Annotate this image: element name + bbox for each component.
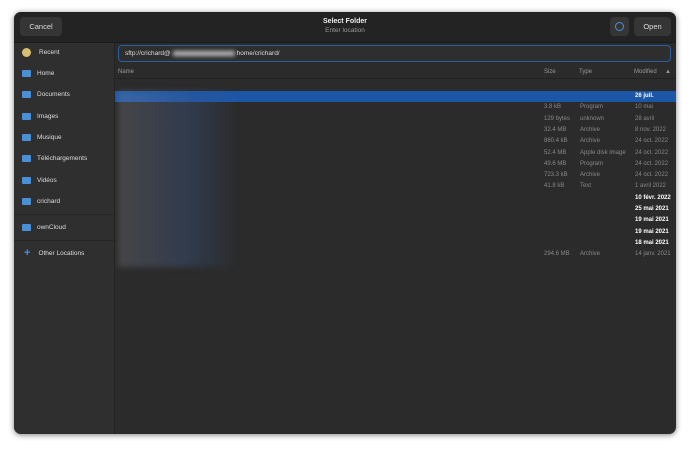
file-modified: 28 avril xyxy=(635,115,655,122)
sidebar-item-label: Musique xyxy=(37,133,62,141)
search-button[interactable] xyxy=(610,17,629,36)
sidebar-item-owncloud[interactable]: ownCloud xyxy=(22,220,66,234)
dialog-title: Select Folder xyxy=(323,18,367,25)
file-type: Text xyxy=(580,183,592,190)
folder-images-icon xyxy=(22,112,31,120)
file-size: 3.8 kB xyxy=(544,104,562,111)
file-type: Program xyxy=(580,104,604,111)
dialog-subtitle: Enter location xyxy=(325,27,365,34)
file-type: Program xyxy=(580,160,604,167)
sidebar-item-label: Images xyxy=(37,112,59,120)
redacted-file-names xyxy=(118,91,238,267)
sidebar-item-recent[interactable]: Recent xyxy=(22,45,60,59)
file-modified: 24 oct. 2022 xyxy=(635,149,669,156)
file-modified: 8 nov. 2022 xyxy=(635,126,666,133)
redacted-host xyxy=(172,50,235,56)
file-modified: 19 mai 2021 xyxy=(635,228,669,235)
column-type[interactable]: Type xyxy=(579,69,592,75)
file-size: 52.4 MB xyxy=(544,149,567,156)
sidebar: Recent Home Documents Images Musique Tél… xyxy=(14,43,115,434)
sidebar-item-label: Other Locations xyxy=(38,249,85,257)
folder-icon xyxy=(22,197,31,205)
sidebar-item-videos[interactable]: Vidéos xyxy=(22,173,57,187)
folder-videos-icon xyxy=(22,176,31,184)
sidebar-item-musique[interactable]: Musique xyxy=(22,130,62,144)
file-size: 129 bytes xyxy=(544,115,571,122)
file-size: 32.4 MB xyxy=(544,126,567,133)
sidebar-item-telechargements[interactable]: Téléchargements xyxy=(22,151,87,165)
folder-documents-icon xyxy=(22,90,31,98)
location-input[interactable]: sftp://crichard@ home/crichard/ xyxy=(118,45,671,62)
column-modified[interactable]: Modified xyxy=(634,69,657,75)
file-modified: 26 juil. xyxy=(635,93,654,99)
file-type: Archive xyxy=(580,172,601,179)
file-type: Archive xyxy=(580,138,601,145)
file-modified: 24 oct. 2022 xyxy=(635,172,669,179)
sidebar-item-label: Recent xyxy=(39,48,60,56)
header-bar: Cancel Select Folder Enter location Open xyxy=(14,12,676,43)
sidebar-item-other-locations[interactable]: + Other Locations xyxy=(22,246,84,260)
file-type: unknown xyxy=(580,115,605,122)
sidebar-item-label: Téléchargements xyxy=(37,154,88,162)
file-chooser-dialog: Cancel Select Folder Enter location Open… xyxy=(14,12,676,434)
file-list-pane: sftp://crichard@ home/crichard/ Name Size… xyxy=(115,43,676,434)
file-modified: 10 mai xyxy=(635,104,654,111)
sidebar-item-label: Vidéos xyxy=(37,176,57,184)
column-header: Name Size Type Modified ▲ xyxy=(115,66,676,79)
location-prefix: sftp://crichard@ xyxy=(125,50,171,57)
location-suffix: home/crichard/ xyxy=(236,50,280,57)
file-type: Archive xyxy=(580,126,601,133)
sidebar-item-label: Home xyxy=(37,69,55,77)
sidebar-separator xyxy=(14,214,114,215)
sidebar-item-label: Documents xyxy=(37,90,70,98)
open-button[interactable]: Open xyxy=(634,17,671,36)
sidebar-item-crichard[interactable]: crichard xyxy=(22,194,60,208)
file-type: Archive xyxy=(580,251,601,258)
file-modified: 10 févr. 2022 xyxy=(635,194,671,201)
column-size[interactable]: Size xyxy=(544,69,556,75)
sidebar-item-label: crichard xyxy=(37,197,61,205)
folder-icon xyxy=(22,223,31,231)
file-modified: 24 oct. 2022 xyxy=(635,160,669,167)
folder-download-icon xyxy=(22,154,31,162)
file-modified: 1 avril 2022 xyxy=(635,183,667,190)
file-modified: 18 mai 2021 xyxy=(635,239,669,246)
sidebar-item-label: ownCloud xyxy=(37,223,66,231)
file-size: 294.6 MB xyxy=(544,251,570,258)
sidebar-item-images[interactable]: Images xyxy=(22,109,58,123)
folder-home-icon xyxy=(22,69,31,77)
clock-icon xyxy=(22,47,31,57)
file-size: 860.4 kB xyxy=(544,138,568,145)
sidebar-separator xyxy=(14,240,114,241)
file-size: 49.6 MB xyxy=(544,160,567,167)
sidebar-item-documents[interactable]: Documents xyxy=(22,87,70,101)
file-modified: 25 mai 2021 xyxy=(635,206,669,212)
sort-ascending-icon: ▲ xyxy=(665,69,671,75)
sidebar-item-home[interactable]: Home xyxy=(22,66,54,80)
file-size: 41.8 kB xyxy=(544,183,565,190)
plus-icon: + xyxy=(24,247,31,259)
file-size: 723.3 kB xyxy=(544,172,568,179)
file-modified: 19 mai 2021 xyxy=(635,217,669,224)
search-icon xyxy=(615,22,624,31)
folder-music-icon xyxy=(22,133,31,141)
column-name[interactable]: Name xyxy=(118,69,134,75)
file-modified: 14 janv. 2021 xyxy=(635,251,671,258)
file-modified: 24 oct. 2022 xyxy=(635,138,669,145)
file-type: Apple disk image xyxy=(580,149,626,156)
